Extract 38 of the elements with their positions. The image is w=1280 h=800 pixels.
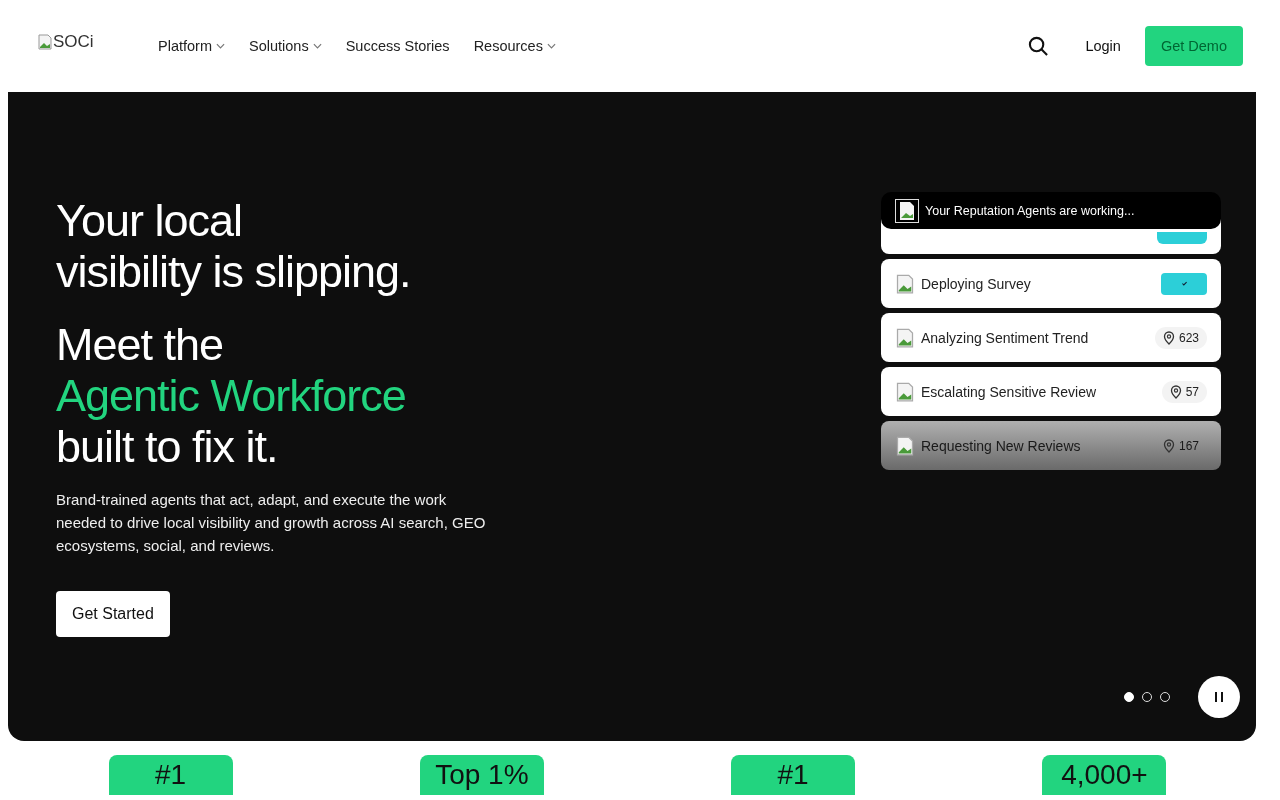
- broken-image-icon: [895, 381, 915, 402]
- search-icon[interactable]: [1028, 35, 1050, 57]
- broken-image-icon: [37, 34, 53, 50]
- agent-task-label: Requesting New Reviews: [921, 437, 1082, 454]
- broken-image-icon: [895, 435, 915, 456]
- stat-badge: #1: [731, 755, 856, 795]
- chevron-down-icon: [546, 43, 556, 49]
- headline: visibility is slipping.: [56, 246, 412, 297]
- get-demo-button[interactable]: Get Demo: [1144, 26, 1243, 66]
- location-count-badge: 623: [1154, 326, 1207, 349]
- agent-task-label: Analyzing Sentiment Trend: [921, 329, 1090, 346]
- stat-badge: #1: [108, 755, 233, 795]
- logo[interactable]: SOCi: [37, 32, 158, 52]
- nav-link[interactable]: Platform: [158, 38, 225, 54]
- chevron-down-icon: [312, 43, 322, 49]
- broken-image-icon: [895, 198, 919, 223]
- check-badge: [1161, 272, 1207, 295]
- login-link[interactable]: Login: [1085, 38, 1121, 54]
- location-count-badge: 167: [1154, 434, 1207, 457]
- get-started-button[interactable]: Get Started: [56, 591, 170, 637]
- pause-button[interactable]: [1198, 676, 1240, 718]
- chevron-down-icon: [216, 43, 225, 49]
- agents-status-text: Your Reputation Agents are working...: [925, 203, 1135, 218]
- nav-link[interactable]: Solutions: [249, 38, 322, 54]
- headline: Your local: [56, 195, 243, 246]
- nav-link[interactable]: Resources: [473, 38, 556, 54]
- stat-badge: Top 1%: [419, 755, 544, 795]
- subheadline: Meet the Agentic Workforce built to fix it.: [56, 319, 407, 472]
- agent-task-label: Deploying Survey: [921, 275, 1032, 292]
- stat-badge: 4,000+: [1042, 755, 1167, 795]
- hero-description: Brand-trained agents that act, adapt, and execute the work needed to drive local visibility and growth across AI search, GEO ecosystems, social, and reviews.: [56, 490, 487, 556]
- nav-link[interactable]: Success Stories: [345, 38, 450, 54]
- broken-image-icon: [895, 273, 915, 294]
- agent-task-label: Escalating Sensitive Review: [921, 383, 1098, 400]
- logo-text: SOCi: [53, 32, 94, 52]
- broken-image-icon: [895, 327, 915, 348]
- pause-icon: [1214, 691, 1224, 703]
- location-count-badge: 57: [1161, 380, 1207, 403]
